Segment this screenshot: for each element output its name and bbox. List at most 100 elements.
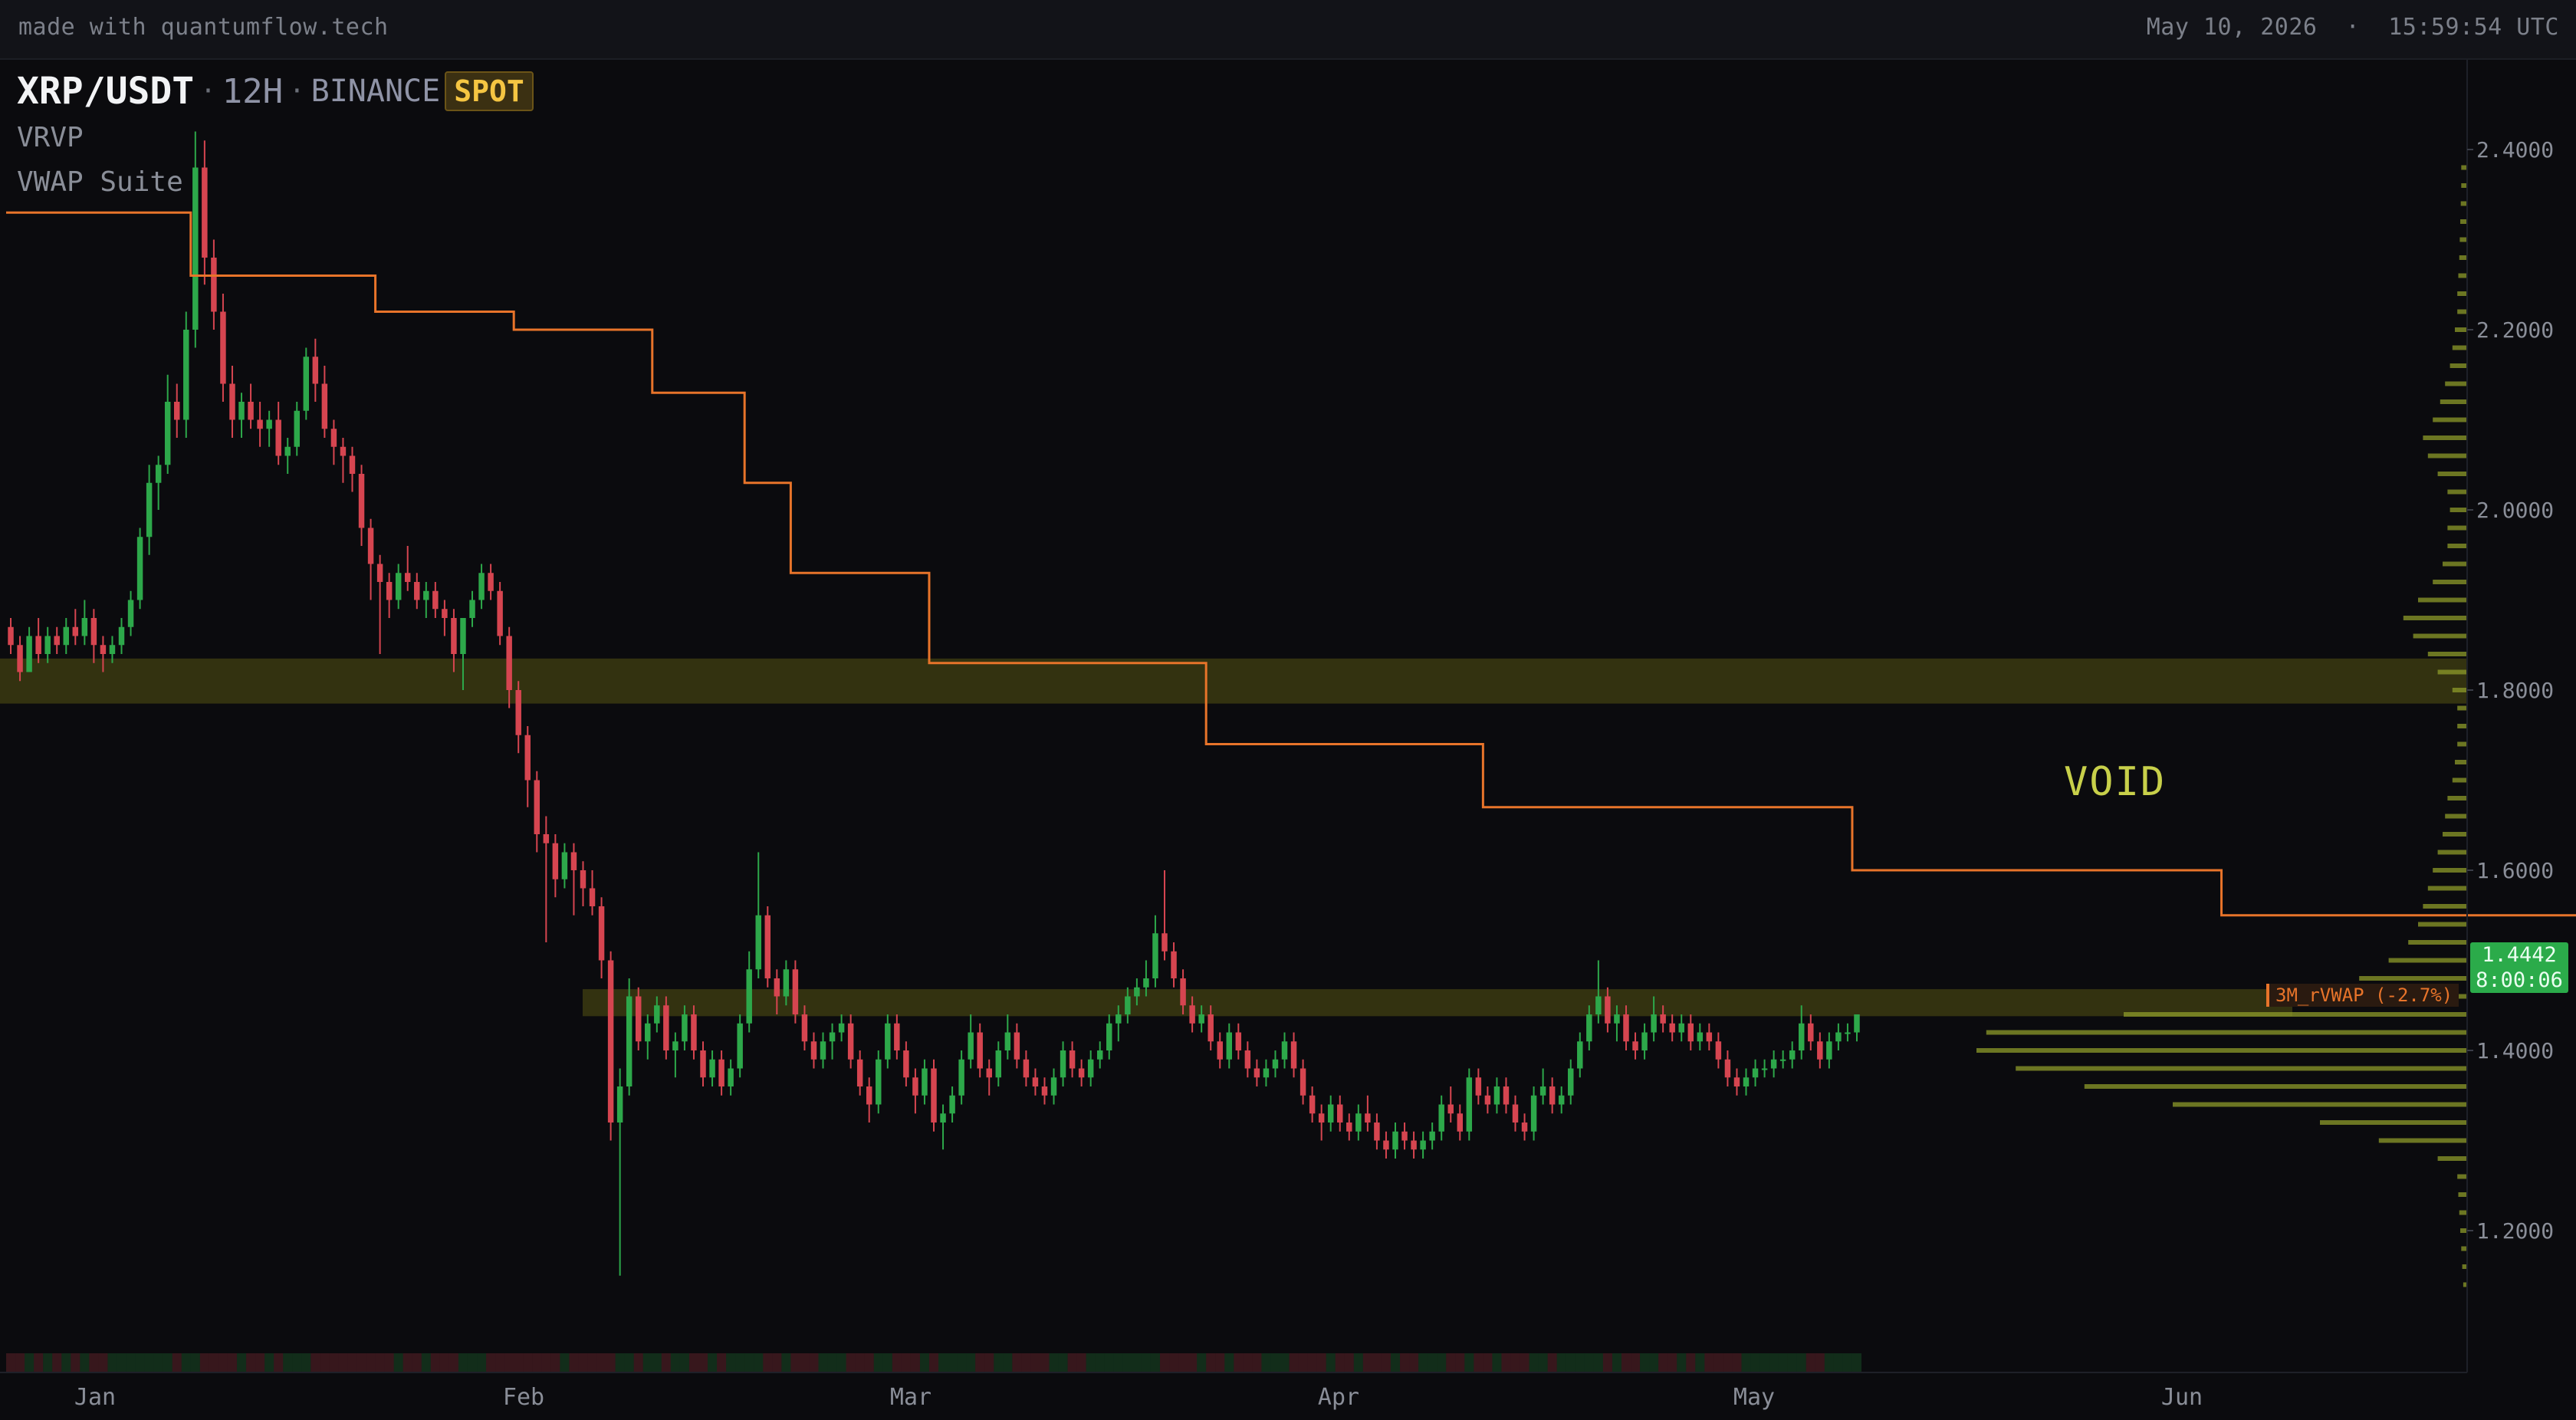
volume-strip-bar (809, 1353, 819, 1372)
volume-strip-bar (1206, 1353, 1216, 1372)
volume-strip-bar (1344, 1353, 1354, 1372)
volume-strip-bar (6, 1353, 16, 1372)
volume-strip-bar (1224, 1353, 1234, 1372)
separator-dot: · (200, 76, 216, 107)
volume-strip-bar (873, 1353, 883, 1372)
volume-strip-bar (1787, 1353, 1797, 1372)
volume-profile-bar (2016, 1066, 2467, 1071)
volume-profile-bar (2427, 886, 2467, 891)
volume-strip-bar (928, 1353, 939, 1372)
candle-body (1845, 1032, 1851, 1034)
candle-body (1116, 1014, 1122, 1024)
candle-body (626, 996, 632, 1086)
price-tick-label: 1.4000 (2476, 1038, 2554, 1063)
price-chart[interactable]: 2.4000 2.2000 2.0000 1.8000 1.6000 1.4000 1.20… (0, 0, 2576, 1420)
candle-body (220, 311, 226, 384)
volume-strip-bar (255, 1353, 265, 1372)
volume-strip-bar (994, 1353, 1004, 1372)
candle-body (1539, 1086, 1546, 1096)
candle-body (1466, 1077, 1473, 1132)
volume-profile-bar (2418, 922, 2467, 927)
candle-body (1835, 1032, 1842, 1042)
volume-profile-bar (2460, 219, 2467, 224)
volume-strip-bar (818, 1353, 828, 1372)
candle-body (294, 410, 300, 447)
candle-body (986, 1068, 992, 1078)
candle-body (257, 419, 263, 429)
volume-strip-bar (910, 1353, 920, 1372)
candle-body (1854, 1014, 1860, 1033)
volume-strip-bar (919, 1353, 929, 1372)
volume-strip-bar (1132, 1353, 1142, 1372)
candle-body (829, 1032, 836, 1042)
volume-strip-bar (1621, 1353, 1631, 1372)
candle-body (589, 888, 596, 906)
time-tick-label: May (1733, 1384, 1775, 1411)
candle-body (451, 618, 457, 654)
indicator-vwap-suite[interactable]: VWAP Suite (17, 161, 534, 204)
volume-strip-bar (310, 1353, 320, 1372)
volume-profile-bar (2450, 508, 2467, 512)
candle-body (497, 590, 503, 636)
volume-strip-bar (163, 1353, 172, 1372)
volume-strip-bar (790, 1353, 800, 1372)
volume-strip-bar (338, 1353, 348, 1372)
void-annotation: VOID (2064, 759, 2167, 805)
volume-profile-bar (2447, 544, 2467, 548)
candle-body (1826, 1041, 1832, 1060)
volume-strip-bar (1307, 1353, 1317, 1372)
volume-strip-bar (717, 1353, 727, 1372)
candle-body (931, 1068, 937, 1123)
volume-strip-bar (827, 1353, 837, 1372)
volume-strip-bar (1668, 1353, 1677, 1372)
candle-body (1217, 1041, 1223, 1060)
volume-strip-bar (560, 1353, 570, 1372)
volume-strip-bar (1178, 1353, 1188, 1372)
candle-body (1189, 1005, 1195, 1024)
last-price-value: 1.4442 (2482, 943, 2557, 967)
volume-strip-bar (1437, 1353, 1447, 1372)
candle-body (1023, 1059, 1030, 1078)
candle-body (1134, 987, 1140, 997)
volume-strip-bar (1455, 1353, 1465, 1372)
volume-strip-bar (615, 1353, 625, 1372)
candle-body (488, 573, 494, 591)
candle-body (1125, 996, 1131, 1014)
symbol-label[interactable]: XRP/USDT (17, 70, 194, 113)
volume-profile-bar (2173, 1102, 2467, 1107)
candle-body (1096, 1050, 1103, 1060)
volume-strip-bar (744, 1353, 754, 1372)
candle-body (1817, 1041, 1823, 1060)
price-tick-label: 2.0000 (2476, 498, 2554, 523)
volume-profile-bar (2459, 255, 2467, 260)
candle-body (1346, 1123, 1352, 1132)
volume-strip-bar (1584, 1353, 1594, 1372)
candle-body (367, 528, 374, 564)
candle-body (118, 626, 125, 646)
volume-profile-bar (2418, 597, 2467, 603)
candle-body (912, 1077, 918, 1096)
candle-body (1374, 1123, 1380, 1141)
candle-body (1290, 1041, 1297, 1069)
volume-strip-bar (61, 1353, 71, 1372)
volume-strip-bar (1270, 1353, 1280, 1372)
volume-profile-bar (2455, 760, 2467, 764)
volume-profile-bar (2461, 1246, 2467, 1251)
volume-strip-bar (606, 1353, 616, 1372)
vwap-line (6, 211, 2576, 917)
timeframe-label[interactable]: 12H (222, 72, 283, 111)
volume-strip-bar (1492, 1353, 1502, 1372)
candle-body (1087, 1059, 1094, 1078)
candle-body (1457, 1113, 1464, 1132)
candle-body (1605, 996, 1611, 1024)
volume-strip-bar (347, 1353, 357, 1372)
candle-body (183, 330, 189, 420)
candle-body (1143, 978, 1149, 988)
candle-body (164, 402, 171, 465)
volume-profile-bar (2427, 453, 2467, 459)
indicator-vrvp[interactable]: VRVP (17, 117, 534, 159)
volume-strip-bar (1824, 1353, 1834, 1372)
candle-body (515, 690, 521, 735)
candle-body (755, 915, 761, 970)
volume-profile-bar (1976, 1048, 2467, 1053)
